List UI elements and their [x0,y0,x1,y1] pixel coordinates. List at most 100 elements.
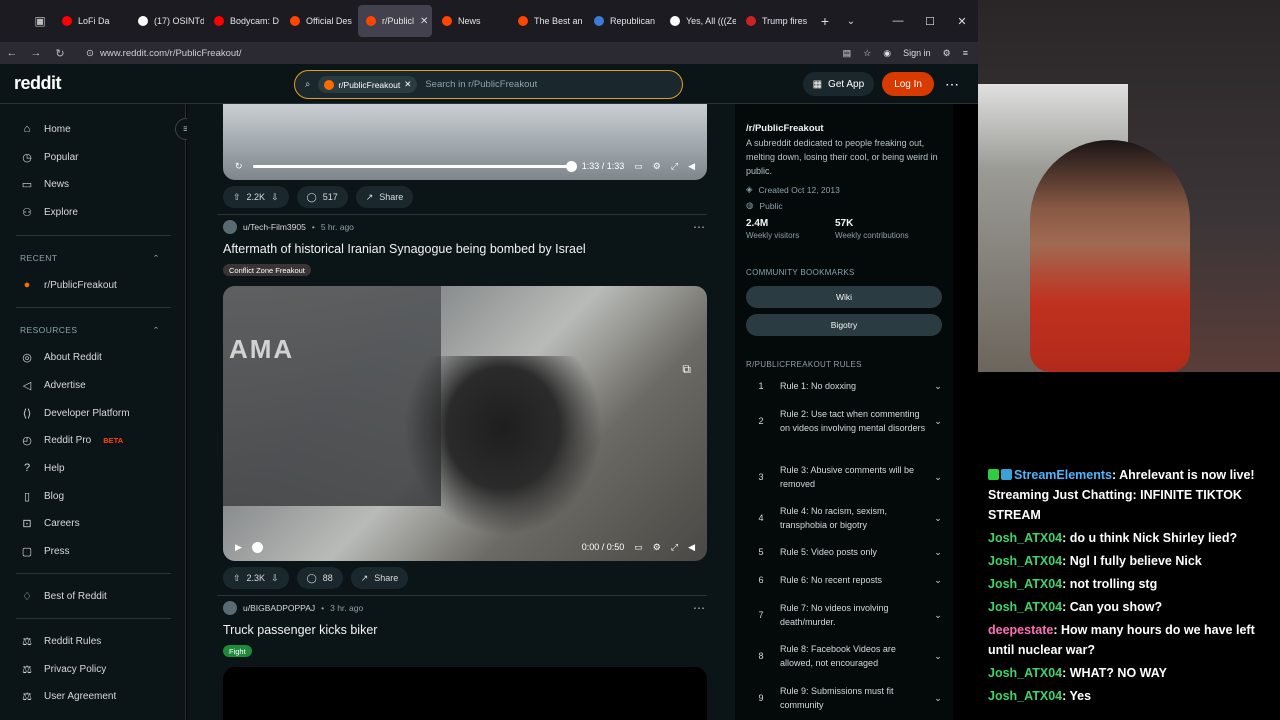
volume-icon[interactable]: ◀ [688,542,695,553]
chip-close-icon[interactable]: ✕ [404,79,411,90]
settings-icon[interactable]: ⚙ [653,542,661,553]
sidebar-item-explore[interactable]: ⚇ Explore [20,202,78,222]
video-player[interactable] [223,667,707,720]
subreddit-search-chip[interactable]: r/PublicFreakout ✕ [318,76,418,93]
fullscreen-icon[interactable]: ⤢ [671,542,678,553]
browser-tab[interactable]: The Best an [510,5,584,37]
browser-tab[interactable]: Yes, All (((Ze [662,5,736,37]
sidebar-item-press[interactable]: ▢ Press [20,541,70,561]
rule-item[interactable]: 9 Rule 9: Submissions must fit community ⌄ [746,684,946,712]
chevron-down-icon[interactable]: ⌄ [930,547,946,558]
video-player[interactable]: AMA ⧉ ▶ 0:00 / 0:50 ▭ ⚙ ⤢ ◀ [223,286,707,561]
sidebar-item-home[interactable]: ⌂ Home [20,119,71,139]
browser-tab[interactable]: Bodycam: D [206,5,280,37]
vote-button[interactable]: ⇧ 2.2K ⇩ [223,186,289,208]
new-tab-button[interactable]: + [812,13,838,29]
share-button[interactable]: ↗ Share [350,567,409,589]
signin-link[interactable]: Sign in [903,48,931,58]
sidebar-item-rules[interactable]: ⚖ Reddit Rules [20,631,101,651]
sidebar-item-popular[interactable]: ◷ Popular [20,147,78,167]
chat-username[interactable]: Josh_ATX04 [988,689,1062,703]
menu-icon[interactable]: ≡ [963,48,968,58]
forward-icon[interactable]: → [24,47,48,59]
search-placeholder[interactable]: Search in r/PublicFreakout [425,79,537,90]
sidebar-item-privacy[interactable]: ⚖ Privacy Policy [20,659,106,679]
sidebar-item-reddit-pro[interactable]: ◴ Reddit Pro BETA [20,430,123,450]
volume-icon[interactable]: ◀ [688,161,695,172]
sidebar-item-news[interactable]: ▭ News [20,174,69,194]
post-flair[interactable]: Conflict Zone Freakout [223,264,311,276]
post-options-icon[interactable]: ⋯ [693,220,705,234]
rule-item[interactable]: 3 Rule 3: Abusive comments will be remove… [746,463,946,491]
maximize-icon[interactable]: ☐ [914,0,946,42]
comments-button[interactable]: ◯ 88 [296,567,343,589]
share-button[interactable]: ↗ Share [355,186,414,208]
chevron-down-icon[interactable]: ⌄ [930,575,946,586]
browser-tab[interactable]: LoFi Da [54,5,128,37]
recent-section-header[interactable]: RECENT ⌃ [20,253,160,264]
avatar[interactable] [223,601,237,615]
video-player[interactable]: ↻ 1:33 / 1:33 ▭ ⚙ ⤢ ◀ [223,104,707,180]
tab-list-chevron-icon[interactable]: ⌄ [838,16,864,27]
chat-username[interactable]: StreamElements [1014,468,1112,482]
chevron-down-icon[interactable]: ⌄ [930,472,946,483]
upvote-icon[interactable]: ⇧ [233,192,241,203]
settings-icon[interactable]: ⚙ [653,161,661,172]
minimize-icon[interactable]: — [882,0,914,42]
more-options-icon[interactable]: ⋯ [942,76,962,93]
bookmark-wiki-button[interactable]: Wiki [746,286,942,308]
post-flair[interactable]: Fight [223,645,252,657]
browser-tab[interactable]: Trump fires [738,5,812,37]
bookmark-bigotry-button[interactable]: Bigotry [746,314,942,336]
get-app-button[interactable]: ▦ Get App [802,72,875,96]
browser-tab[interactable]: (17) OSINTd [130,5,204,37]
replay-icon[interactable]: ↻ [235,161,243,172]
upvote-icon[interactable]: ⇧ [233,573,241,584]
browser-tab[interactable]: r/Publicl ✕ [358,5,432,37]
reader-view-icon[interactable]: ▤ [843,48,852,59]
vote-button[interactable]: ⇧ 2.3K ⇩ [223,567,289,589]
progress-handle[interactable] [565,160,577,172]
site-info-icon[interactable]: ⊙ [86,48,94,59]
chevron-down-icon[interactable]: ⌄ [930,651,946,662]
login-button[interactable]: Log In [882,72,934,96]
rule-item[interactable]: 4 Rule 4: No racism, sexism, transphobia … [746,504,946,532]
chat-username[interactable]: Josh_ATX04 [988,577,1062,591]
close-window-icon[interactable]: ✕ [946,0,978,42]
chevron-down-icon[interactable]: ⌄ [930,693,946,704]
search-bar[interactable]: ⌕ r/PublicFreakout ✕ Search in r/PublicF… [294,70,683,99]
downvote-icon[interactable]: ⇩ [271,192,279,203]
back-icon[interactable]: ← [0,47,24,59]
comments-button[interactable]: ◯ 517 [296,186,348,208]
chat-username[interactable]: Josh_ATX04 [988,600,1062,614]
extensions-icon[interactable]: ⚙ [943,48,951,59]
rule-item[interactable]: 8 Rule 8: Facebook Videos are allowed, no… [746,642,946,670]
chevron-down-icon[interactable]: ⌄ [930,416,946,427]
chat-username[interactable]: Josh_ATX04 [988,666,1062,680]
rule-item[interactable]: 5 Rule 5: Video posts only ⌄ [746,545,946,559]
bookmark-star-icon[interactable]: ☆ [863,48,871,59]
chat-username[interactable]: deepestate [988,623,1053,637]
sidebar-item-developer[interactable]: ⟨⟩ Developer Platform [20,403,130,423]
close-tab-icon[interactable]: ✕ [420,16,428,27]
post-title[interactable]: Truck passenger kicks biker [223,623,377,637]
sidebar-item-about[interactable]: ◎ About Reddit [20,347,102,367]
rule-item[interactable]: 1 Rule 1: No doxxing ⌄ [746,379,946,393]
sidebar-item-careers[interactable]: ⊡ Careers [20,513,79,533]
video-progress-bar[interactable] [251,541,572,553]
fullscreen-icon[interactable]: ⤢ [671,161,678,172]
address-bar[interactable]: ⊙ www.reddit.com/r/PublicFreakout/ [82,44,642,62]
post-author[interactable]: u/Tech-Film3905 [243,222,306,232]
rule-item[interactable]: 7 Rule 7: No videos involving death/murde… [746,601,946,629]
browser-tab[interactable]: Official Des [282,5,356,37]
sidebar-item-best-of-reddit[interactable]: ♢ Best of Reddit [20,586,107,606]
chevron-down-icon[interactable]: ⌄ [930,513,946,524]
tab-overview-icon[interactable]: ▣ [26,0,54,42]
rule-item[interactable]: 6 Rule 6: No recent reposts ⌄ [746,573,946,587]
chat-username[interactable]: Josh_ATX04 [988,531,1062,545]
captions-icon[interactable]: ▭ [634,542,643,553]
post-options-icon[interactable]: ⋯ [693,601,705,615]
downvote-icon[interactable]: ⇩ [271,573,279,584]
sidebar-item-advertise[interactable]: ◁ Advertise [20,375,86,395]
community-name[interactable]: /r/PublicFreakout [746,123,824,134]
